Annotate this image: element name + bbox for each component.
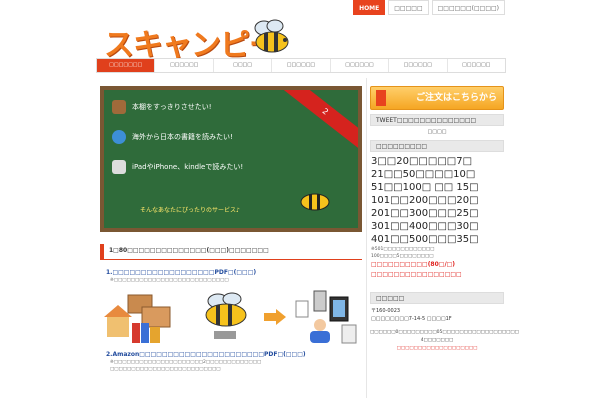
- hero-row-2: 海外から日本の書籍を読みたい!: [112, 130, 233, 144]
- hero-line-2: 海外から日本の書籍を読みたい!: [132, 133, 233, 141]
- books-boxes-icon: [104, 294, 171, 343]
- address-heading: □□□□□: [370, 292, 504, 304]
- service-1-flow-illustration: [104, 289, 360, 347]
- hero-line-1: 本棚をすっきりさせたい!: [132, 103, 212, 111]
- main-nav-item-7[interactable]: □□□□□□: [447, 59, 505, 72]
- main-nav-item-6[interactable]: □□□□□□: [389, 59, 448, 72]
- price-row: 301□□400□□□30□: [371, 221, 479, 232]
- price-row: 51□□100□ □□ 15□: [371, 182, 479, 193]
- top-nav-item-2[interactable]: □□□□□: [388, 0, 429, 15]
- main-content: 本棚をすっきりさせたい! 海外から日本の書籍を読みたい! iPadやiPhone…: [96, 78, 366, 372]
- top-nav-home[interactable]: HOME: [353, 0, 386, 15]
- service-2-note-1: ※□□□□□□□□□□□□□□□□□□□□□2□□□□□□□□□□□□□: [110, 360, 262, 365]
- price-heading: □□□□□□□□□: [370, 140, 504, 152]
- hero-tagline: そんなあなたにぴったりのサービス♪: [140, 207, 240, 214]
- section-title: 1□80□□□□□□□□□□□□□□(□□□)□□□□□□□: [100, 244, 362, 260]
- service-2-title[interactable]: 2.Amazon□□□□□□□□□□□□□□□□□□□□□□PDF□(□□□): [106, 351, 366, 358]
- top-nav-item-3[interactable]: □□□□□□(□□□□): [431, 0, 505, 15]
- price-row: 201□□300□□□25□: [371, 208, 479, 219]
- service-2-note-2: □□□□□□□□□□□□□□□□□□□□□□□□□□: [110, 367, 221, 372]
- main-nav-item-3[interactable]: □□□□: [213, 59, 273, 72]
- main-nav-item-2[interactable]: □□□□□□: [155, 59, 214, 72]
- hero-banner[interactable]: 本棚をすっきりさせたい! 海外から日本の書籍を読みたい! iPadやiPhone…: [100, 86, 362, 232]
- hours-note-2: 4□□□□□□□: [420, 338, 454, 343]
- price-row: 21□□50□□□□10□: [371, 169, 476, 180]
- hero-row-3: iPadやiPhone、kindleで読みたい!: [112, 160, 243, 174]
- hero-ribbon: 2: [276, 90, 358, 153]
- postal-code: 〒160-0023: [371, 308, 401, 314]
- street-address: □□□□□□□□7-14-5 □□□□1F: [371, 316, 452, 322]
- bee-icon: [300, 193, 330, 211]
- main-nav: □□□□□□□ □□□□□□ □□□□ □□□□□□ □□□□□□ □□□□□□…: [96, 58, 506, 73]
- price-highlight-2: □□□□□□□□□□□□□□□□: [371, 271, 462, 278]
- hero-line-3: iPadやiPhone、kindleで読みたい!: [132, 163, 244, 171]
- bee-scanner-icon: [205, 292, 247, 339]
- flag-icon: [376, 90, 386, 106]
- device-icon: [112, 160, 126, 174]
- box-icon: [112, 100, 126, 114]
- address-block: 〒160-0023 □□□□□□□□7-14-5 □□□□1F: [370, 307, 504, 323]
- price-list: 3□□20□□□□□7□ 21□□50□□□□10□ 51□□100□ □□ 1…: [370, 155, 504, 246]
- main-nav-item-4[interactable]: □□□□□□: [272, 59, 331, 72]
- arrow-right-icon: [264, 309, 286, 325]
- site-logo[interactable]: スキャンピー: [104, 18, 294, 63]
- price-row: 101□□200□□□20□: [371, 195, 479, 206]
- globe-icon: [112, 130, 126, 144]
- service-1-note: ※□□□□□□□□□□□□□□□□□□□□□□□□□□□: [110, 278, 229, 283]
- pdf-devices-icon: [295, 290, 357, 344]
- column-divider: [366, 78, 367, 398]
- tweet-link[interactable]: □□□□: [370, 126, 504, 138]
- order-button-label: ご注文はこちらから: [415, 93, 497, 103]
- price-row: 3□□20□□□□□7□: [371, 156, 473, 167]
- bee-mascot-icon: [254, 19, 289, 53]
- hero-row-1: 本棚をすっきりさせたい!: [112, 100, 212, 114]
- order-button[interactable]: ご注文はこちらから: [370, 86, 504, 110]
- service-1-title[interactable]: 1.□□□□□□□□□□□□□□□□□□PDF□(□□□): [106, 269, 366, 276]
- price-row: 401□□500□□□35□: [371, 234, 479, 245]
- main-nav-item-1[interactable]: □□□□□□□: [97, 59, 156, 72]
- main-nav-item-5[interactable]: □□□□□□: [330, 59, 390, 72]
- top-nav: HOME □□□□□ □□□□□□(□□□□): [353, 0, 505, 15]
- sidebar: ご注文はこちらから TWEET□□□□□□□□□□□□□□ □□□□ □□□□□…: [370, 86, 519, 353]
- price-note-1: ※501□□□□□□□□□□□□: [371, 247, 435, 252]
- contact-note[interactable]: □□□□□□□□□□□□□□□□□□□: [370, 345, 504, 353]
- tweet-heading: TWEET□□□□□□□□□□□□□□: [370, 114, 504, 126]
- price-highlight-1: □□□□□□□□□□(80□/□): [371, 261, 456, 268]
- hours-note-1: □□□□□□0□□□□□□□□□05□□□□□□□□□□□□□□□□□□: [370, 330, 519, 335]
- price-note-2: 100□□□□5□□□□□□□□: [371, 254, 434, 259]
